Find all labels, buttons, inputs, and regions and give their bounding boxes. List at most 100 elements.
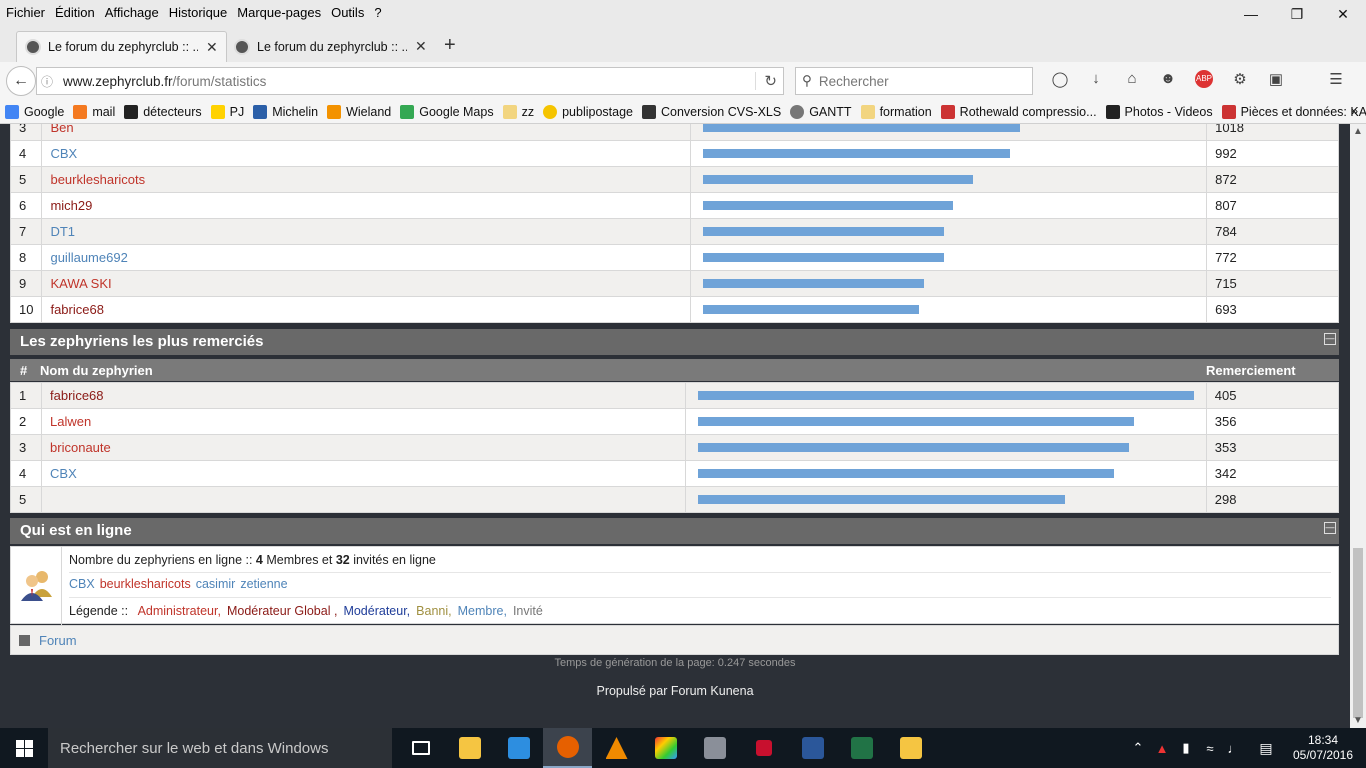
scrollbar-thumb[interactable]	[1353, 548, 1363, 718]
user-link[interactable]: DT1	[50, 224, 75, 239]
rank-cell: 1	[9, 382, 43, 409]
section-title: Les zephyriens les plus remerciés	[20, 333, 264, 350]
user-link[interactable]: guillaume692	[50, 250, 127, 265]
bar-fill	[702, 227, 944, 236]
store-icon[interactable]	[494, 728, 543, 768]
bar-cell	[689, 218, 1208, 245]
excel-icon[interactable]	[837, 728, 886, 768]
close-tab-icon[interactable]: ✕	[415, 38, 427, 55]
url-bar[interactable]: ⓘ www.zephyrclub.fr/forum/statistics ↻	[36, 67, 784, 95]
tab-2[interactable]: Le forum du zephyrclub :: ... ✕	[226, 31, 435, 62]
user-link[interactable]: Lalwen	[50, 414, 91, 429]
adblock-icon[interactable]: ABP	[1195, 70, 1213, 88]
menu-help[interactable]: ?	[369, 5, 386, 20]
menu-edition[interactable]: Édition	[50, 5, 100, 20]
bookmark-photos[interactable]: Photos - Videos	[1105, 104, 1213, 119]
start-button[interactable]	[0, 728, 48, 768]
forum-link[interactable]: Forum	[39, 633, 77, 648]
menu-fichier[interactable]: Fichier	[0, 5, 50, 20]
user-link[interactable]: Ben	[50, 124, 73, 135]
reload-icon[interactable]: ↻	[755, 72, 777, 90]
info-icon[interactable]: ⓘ	[41, 73, 63, 90]
back-arrow-icon[interactable]: ←	[6, 66, 36, 96]
movie-maker-icon[interactable]	[690, 728, 739, 768]
task-view-icon[interactable]	[396, 728, 445, 768]
bar-fill	[702, 253, 944, 262]
tab-1[interactable]: Le forum du zephyrclub :: ... ✕	[16, 31, 227, 62]
addon-icon[interactable]: ⚙	[1222, 70, 1258, 88]
hamburger-menu-icon[interactable]: ☰	[1318, 70, 1354, 88]
new-tab-icon[interactable]: +	[444, 34, 456, 57]
wiz-icon[interactable]	[739, 728, 788, 768]
user-link[interactable]: CBX	[50, 146, 77, 161]
taskbar-search[interactable]: Rechercher sur le web et dans Windows	[48, 728, 392, 768]
user-link[interactable]: fabrice68	[50, 302, 103, 317]
volume-icon[interactable]: ♩	[1222, 741, 1246, 756]
scroll-up-icon[interactable]: ▲	[1353, 126, 1363, 137]
scroll-down-icon[interactable]: ▼	[1353, 715, 1363, 726]
rank-cell: 3	[9, 124, 43, 141]
user-link[interactable]: mich29	[50, 198, 92, 213]
bookmark-detecteurs[interactable]: détecteurs	[124, 104, 202, 119]
bookmark-gantt[interactable]: GANTT	[790, 104, 852, 119]
search-input[interactable]: ⚲ Rechercher	[795, 67, 1033, 95]
user-link[interactable]: CBX	[50, 466, 77, 481]
chevron-up-icon[interactable]: ⌃	[1126, 740, 1150, 756]
bookmarks-overflow-icon[interactable]: »	[1351, 104, 1358, 118]
collapse-icon[interactable]: —	[1324, 333, 1336, 345]
home-icon[interactable]: ⌂	[1114, 70, 1150, 88]
menu-outils[interactable]: Outils	[326, 5, 369, 20]
value-cell: 342	[1205, 460, 1340, 487]
user-link[interactable]: fabrice68	[50, 388, 103, 403]
table-row: 9 KAWA SKI 715	[9, 270, 1339, 297]
scrollbar[interactable]: ▲ ▼	[1350, 124, 1366, 728]
wifi-icon[interactable]: ≈	[1198, 741, 1222, 756]
mail-app-icon[interactable]	[886, 728, 935, 768]
user-link[interactable]: KAWA SKI	[50, 276, 111, 291]
bar-fill	[702, 305, 919, 314]
close-tab-icon[interactable]: ✕	[206, 39, 218, 56]
clock[interactable]: 18:34 05/07/2016	[1286, 733, 1360, 763]
online-user-link[interactable]: zetienne	[240, 577, 287, 591]
collapse-icon[interactable]: —	[1324, 522, 1336, 534]
bookmark-pieces[interactable]: Pièces et données: KA...	[1221, 104, 1366, 119]
legend-item: Membre,	[457, 604, 507, 618]
download-icon[interactable]: ↓	[1078, 70, 1114, 88]
file-explorer-icon[interactable]	[445, 728, 494, 768]
pocket-icon[interactable]: ◯	[1042, 70, 1078, 88]
notification-icon[interactable]: ▤	[1246, 740, 1286, 757]
bar-fill	[698, 417, 1135, 426]
clipboard-icon[interactable]: ▣	[1258, 70, 1294, 88]
section-title: Qui est en ligne	[20, 522, 132, 539]
bookmark-formation[interactable]: formation	[860, 104, 932, 119]
bookmark-rothewald[interactable]: Rothewald compressio...	[940, 104, 1097, 119]
bookmark-google[interactable]: Google	[5, 104, 64, 119]
bookmark-michelin[interactable]: Michelin	[253, 104, 318, 119]
bookmark-google-maps[interactable]: Google Maps	[400, 104, 494, 119]
user-link[interactable]: briconaute	[50, 440, 111, 455]
vlc-icon[interactable]	[592, 728, 641, 768]
word-icon[interactable]	[788, 728, 837, 768]
bookmark-publipostage[interactable]: publipostage	[543, 104, 633, 119]
mail-icon	[73, 104, 88, 119]
color-app-icon[interactable]	[641, 728, 690, 768]
bookmark-zz[interactable]: zz	[502, 104, 534, 119]
battery-icon[interactable]: ▮	[1174, 740, 1198, 756]
online-user-link[interactable]: CBX	[69, 577, 95, 591]
online-user-link[interactable]: casimir	[196, 577, 236, 591]
menu-affichage[interactable]: Affichage	[100, 5, 164, 20]
col-name: Nom du zephyrien	[40, 362, 153, 378]
smiley-icon[interactable]: ☻	[1150, 70, 1186, 88]
bookmark-pj[interactable]: PJ	[210, 104, 244, 119]
url-host: www.zephyrclub.fr	[63, 73, 173, 89]
online-user-link[interactable]: beurklesharicots	[100, 577, 191, 591]
menu-marque-pages[interactable]: Marque-pages	[232, 5, 326, 20]
firefox-icon[interactable]	[543, 728, 592, 768]
bar-cell	[685, 382, 1207, 409]
bookmark-mail[interactable]: mail	[73, 104, 115, 119]
menu-historique[interactable]: Historique	[164, 5, 233, 20]
user-link[interactable]: beurklesharicots	[50, 172, 145, 187]
acrobat-icon[interactable]: ▲	[1150, 741, 1174, 756]
bookmark-conversion[interactable]: Conversion CVS-XLS	[642, 104, 781, 119]
bookmark-wieland[interactable]: Wieland	[327, 104, 391, 119]
